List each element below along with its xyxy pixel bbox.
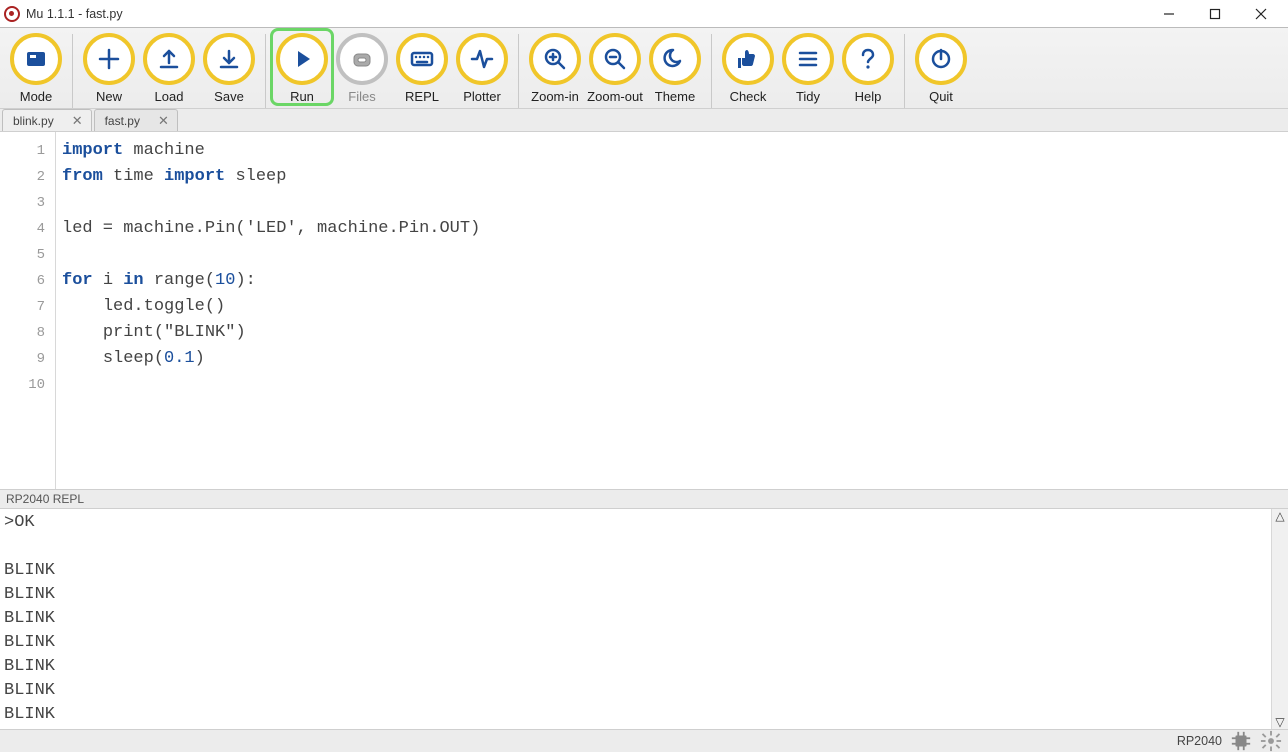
mode-label: Mode: [20, 89, 53, 104]
plotter-button[interactable]: Plotter: [452, 30, 512, 104]
download-icon: [215, 45, 243, 73]
minimize-icon: [1163, 8, 1175, 20]
zoomout-button[interactable]: Zoom-out: [585, 30, 645, 104]
quit-button[interactable]: Quit: [911, 30, 971, 104]
app-icon: [4, 6, 20, 22]
chip-icon[interactable]: [1230, 730, 1252, 752]
minimize-button[interactable]: [1146, 0, 1192, 28]
repl-panel[interactable]: >OK BLINK BLINK BLINK BLINK BLINK BLINK …: [0, 509, 1288, 729]
tab-close-icon[interactable]: ✕: [72, 113, 83, 129]
thumb-icon: [734, 45, 762, 73]
repl-title: RP2040 REPL: [0, 489, 1288, 509]
toolbar-separator: [518, 34, 519, 108]
moon-icon: [661, 45, 689, 73]
new-button[interactable]: New: [79, 30, 139, 104]
files-label: Files: [348, 89, 375, 104]
help-icon: [854, 45, 882, 73]
repl-label: REPL: [405, 89, 439, 104]
titlebar: Mu 1.1.1 - fast.py: [0, 0, 1288, 28]
repl-output[interactable]: >OK BLINK BLINK BLINK BLINK BLINK BLINK …: [0, 509, 1271, 729]
run-label: Run: [290, 89, 314, 104]
load-label: Load: [155, 89, 184, 104]
status-mode: RP2040: [1177, 734, 1222, 748]
zoomin-button[interactable]: Zoom-in: [525, 30, 585, 104]
theme-label: Theme: [655, 89, 695, 104]
plotter-label: Plotter: [463, 89, 501, 104]
zoomin-icon: [541, 45, 569, 73]
tab-close-icon[interactable]: ✕: [158, 113, 169, 129]
files-button[interactable]: Files: [332, 30, 392, 104]
quit-label: Quit: [929, 89, 953, 104]
mode-icon: [22, 45, 50, 73]
pulse-icon: [468, 45, 496, 73]
tidy-label: Tidy: [796, 89, 820, 104]
plus-icon: [95, 45, 123, 73]
tidy-button[interactable]: Tidy: [778, 30, 838, 104]
new-label: New: [96, 89, 122, 104]
scroll-down-icon[interactable]: ▽: [1272, 715, 1288, 729]
gutter: 12345678910: [0, 132, 56, 489]
zoomout-icon: [601, 45, 629, 73]
editor-tabs: blink.py ✕ fast.py ✕: [0, 109, 1288, 132]
tab-fast-py[interactable]: fast.py ✕: [94, 109, 178, 131]
load-button[interactable]: Load: [139, 30, 199, 104]
settings-gear-icon[interactable]: [1260, 730, 1282, 752]
scroll-up-icon[interactable]: △: [1272, 509, 1288, 523]
toolbar-separator: [72, 34, 73, 108]
editor[interactable]: 12345678910 import machine from time imp…: [0, 132, 1288, 489]
maximize-icon: [1209, 8, 1221, 20]
check-label: Check: [730, 89, 767, 104]
zoomin-label: Zoom-in: [531, 89, 579, 104]
repl-scrollbar[interactable]: △ ▽: [1271, 509, 1288, 729]
repl-button[interactable]: REPL: [392, 30, 452, 104]
close-button[interactable]: [1238, 0, 1284, 28]
upload-icon: [155, 45, 183, 73]
play-icon: [288, 45, 316, 73]
toolbar-separator: [711, 34, 712, 108]
status-bar: RP2040: [0, 729, 1288, 752]
save-label: Save: [214, 89, 244, 104]
toolbar-separator: [904, 34, 905, 108]
power-icon: [927, 45, 955, 73]
tab-label: fast.py: [105, 114, 140, 128]
toolbar-separator: [265, 34, 266, 108]
close-icon: [1255, 8, 1267, 20]
files-icon: [348, 45, 376, 73]
theme-button[interactable]: Theme: [645, 30, 705, 104]
code-area[interactable]: import machine from time import sleep le…: [56, 132, 1288, 489]
toolbar: Mode New Load Save Run Files REPL Plotter Zoom-i…: [0, 28, 1288, 109]
save-button[interactable]: Save: [199, 30, 259, 104]
help-label: Help: [855, 89, 882, 104]
keyboard-icon: [408, 45, 436, 73]
tab-blink-py[interactable]: blink.py ✕: [2, 109, 92, 131]
help-button[interactable]: Help: [838, 30, 898, 104]
zoomout-label: Zoom-out: [587, 89, 643, 104]
run-button[interactable]: Run: [272, 30, 332, 104]
mode-button[interactable]: Mode: [6, 30, 66, 104]
check-button[interactable]: Check: [718, 30, 778, 104]
tab-label: blink.py: [13, 114, 54, 128]
window-title: Mu 1.1.1 - fast.py: [26, 7, 123, 21]
menu-icon: [794, 45, 822, 73]
maximize-button[interactable]: [1192, 0, 1238, 28]
